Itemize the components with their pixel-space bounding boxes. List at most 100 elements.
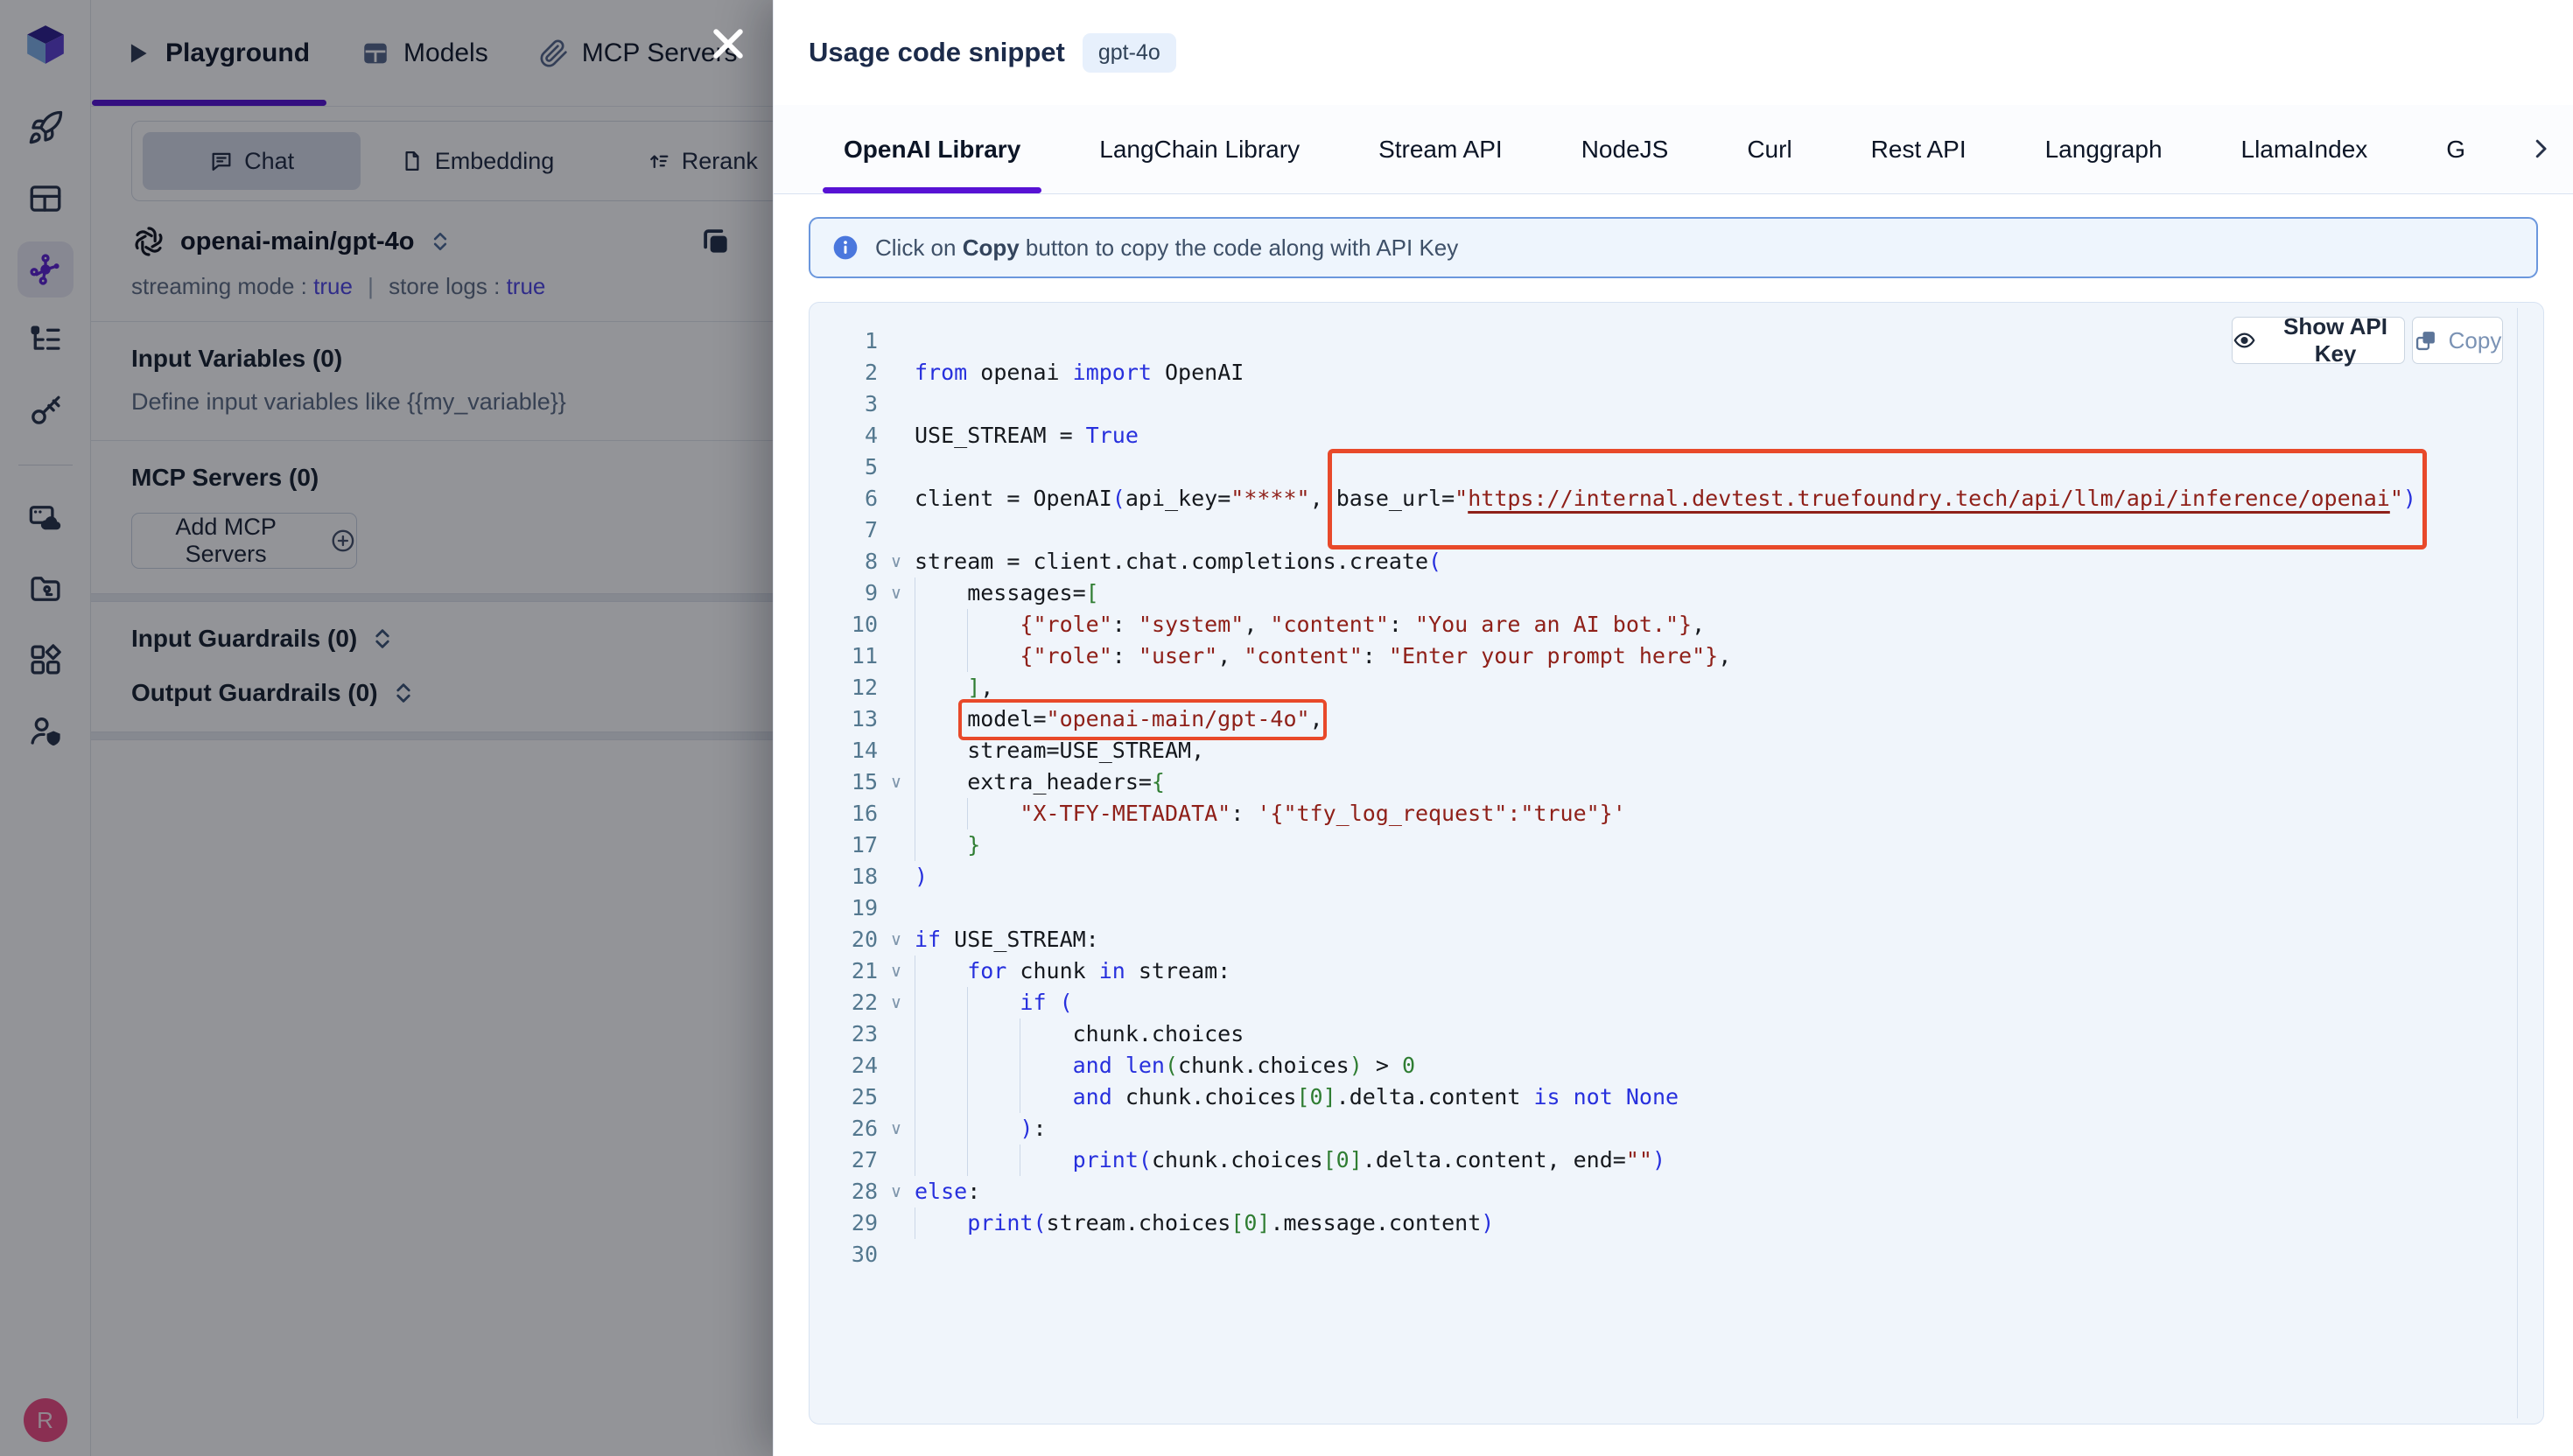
code-token: ( <box>1139 1147 1152 1172</box>
code-scrollbar[interactable] <box>2517 308 2538 1418</box>
code-line-content: and len(chunk.choices) > 0 <box>915 1050 1415 1082</box>
fold-chevron-icon[interactable]: ∨ <box>878 987 915 1018</box>
code-token: ) <box>2403 486 2416 511</box>
code-token: "X-TFY-METADATA" <box>1020 801 1230 826</box>
fold-chevron-icon[interactable]: ∨ <box>878 578 915 609</box>
code-token: , <box>1244 612 1270 637</box>
line-number: 22 <box>810 987 878 1018</box>
code-token <box>1560 1084 1574 1110</box>
line-number: 16 <box>810 798 878 830</box>
indent-guide <box>967 1018 1020 1050</box>
code-line-content: if USE_STREAM: <box>915 924 1099 956</box>
code-token: extra_headers= <box>967 769 1152 794</box>
snippet-tab-llamaindex[interactable]: LlamaIndex <box>2219 105 2391 193</box>
code-token: 0 <box>1310 1084 1323 1110</box>
fold-gutter <box>878 1018 915 1050</box>
fold-chevron-icon[interactable]: ∨ <box>878 956 915 987</box>
code-token: len <box>1125 1053 1165 1078</box>
code-line-content: ], <box>915 672 993 704</box>
code-token: ] <box>1323 1084 1336 1110</box>
line-number: 27 <box>810 1144 878 1176</box>
code-token: https://internal.devtest.truefoundry.tec… <box>1468 486 2390 511</box>
code-token: is <box>1533 1084 1560 1110</box>
indent-guide <box>967 1082 1020 1113</box>
code-token: [ <box>1230 1210 1244 1236</box>
snippet-tab-g[interactable]: G <box>2423 105 2488 193</box>
show-api-key-button[interactable]: Show API Key <box>2232 317 2405 364</box>
code-token: ) <box>1350 1053 1363 1078</box>
indent-guide <box>967 1050 1020 1082</box>
code-line: 29print(stream.choices[0].message.conten… <box>810 1208 2513 1239</box>
code-token: : <box>1230 801 1257 826</box>
indent-guide <box>915 798 967 830</box>
line-number: 7 <box>810 514 878 546</box>
code-line-content: for chunk in stream: <box>915 956 1230 987</box>
code-token: .delta.content, end= <box>1363 1147 1626 1172</box>
close-modal-button[interactable] <box>704 19 753 68</box>
snippet-tab-stream-api[interactable]: Stream API <box>1356 105 1525 193</box>
code-line-content: and chunk.choices[0].delta.content is no… <box>915 1082 1679 1113</box>
code-token: ( <box>1165 1053 1178 1078</box>
info-icon <box>831 234 859 262</box>
code-token: " <box>1455 486 1468 511</box>
code-token: } <box>967 832 980 858</box>
code-token: stream.choices <box>1047 1210 1231 1236</box>
fold-gutter <box>878 357 915 388</box>
line-number: 18 <box>810 861 878 892</box>
fold-chevron-icon[interactable]: ∨ <box>878 1176 915 1208</box>
code-token: ) <box>1020 1116 1033 1141</box>
code-editor: 12from openai import OpenAI34USE_STREAM … <box>810 326 2513 1270</box>
code-line-content: print(stream.choices[0].message.content) <box>915 1208 1494 1239</box>
code-token: : <box>1112 643 1139 668</box>
indent-guide <box>915 956 967 987</box>
code-line-content: else: <box>915 1176 980 1208</box>
snippet-tab-rest-api[interactable]: Rest API <box>1848 105 1989 193</box>
line-number: 15 <box>810 766 878 798</box>
info-banner-text: Click on Copy button to copy the code al… <box>875 234 1458 262</box>
code-line: 18) <box>810 861 2513 892</box>
code-line-content: stream = client.chat.completions.create( <box>915 546 1441 578</box>
indent-guide <box>967 1144 1020 1176</box>
line-number: 17 <box>810 830 878 861</box>
modal-backdrop[interactable] <box>0 0 773 1456</box>
indent-guide <box>915 704 967 735</box>
usage-code-snippet-modal: Usage code snippet gpt-4o OpenAI Library… <box>773 0 2573 1456</box>
code-line: 25and chunk.choices[0].delta.content is … <box>810 1082 2513 1113</box>
code-line: 3 <box>810 388 2513 420</box>
fold-chevron-icon[interactable]: ∨ <box>878 924 915 956</box>
snippet-tab-langchain-library[interactable]: LangChain Library <box>1076 105 1322 193</box>
code-line: 24and len(chunk.choices) > 0 <box>810 1050 2513 1082</box>
fold-chevron-icon[interactable]: ∨ <box>878 546 915 578</box>
code-token: OpenAI <box>1152 360 1244 385</box>
code-line: 16"X-TFY-METADATA": '{"tfy_log_request":… <box>810 798 2513 830</box>
code-token: client = OpenAI <box>915 486 1112 511</box>
code-line: 8∨stream = client.chat.completions.creat… <box>810 546 2513 578</box>
fold-gutter <box>878 830 915 861</box>
snippet-tab-langgraph[interactable]: Langgraph <box>2023 105 2185 193</box>
indent-guide <box>915 735 967 766</box>
code-token: [ <box>1323 1147 1336 1172</box>
code-token: ] <box>1257 1210 1270 1236</box>
code-token: not <box>1574 1084 1613 1110</box>
code-line: 9∨messages=[ <box>810 578 2513 609</box>
code-token: : <box>1389 612 1415 637</box>
snippet-tab-openai-library[interactable]: OpenAI Library <box>821 105 1043 193</box>
snippet-tab-nodejs[interactable]: NodeJS <box>1559 105 1692 193</box>
copy-code-button[interactable]: Copy <box>2412 317 2503 364</box>
line-number: 2 <box>810 357 878 388</box>
snippet-tab-curl[interactable]: Curl <box>1724 105 1814 193</box>
highlight-box-tall: base_url="https://internal.devtest.truef… <box>1336 486 2416 511</box>
code-token: stream=USE_STREAM, <box>967 738 1204 763</box>
line-number: 5 <box>810 452 878 483</box>
code-token: chunk.choices <box>1152 1147 1323 1172</box>
code-token: USE_STREAM: <box>941 927 1099 952</box>
code-line-content: {"role": "system", "content": "You are a… <box>915 609 1705 640</box>
fold-gutter <box>878 892 915 924</box>
code-token: " <box>2390 486 2403 511</box>
fold-chevron-icon[interactable]: ∨ <box>878 766 915 798</box>
code-line-content: print(chunk.choices[0].delta.content, en… <box>915 1144 1665 1176</box>
fold-gutter <box>878 1208 915 1239</box>
tabs-scroll-right-button[interactable] <box>2508 105 2573 192</box>
fold-chevron-icon[interactable]: ∨ <box>878 1113 915 1144</box>
snippet-tabs-list: OpenAI Library LangChain Library Stream AP… <box>821 105 2488 193</box>
